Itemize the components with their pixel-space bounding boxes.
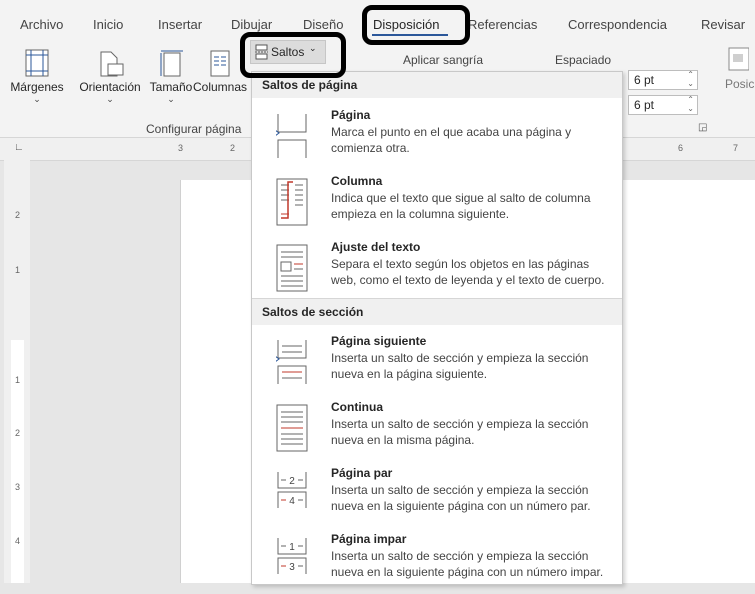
icon-label: 4 [289,496,295,507]
item-title: Ajuste del texto [331,240,421,254]
spacing-after-field[interactable]: 6 pt ⌃ ⌄ [628,95,698,115]
page-breaks-header: Saltos de página [252,72,622,98]
spacing-label: Espaciado [555,53,612,67]
spacing-after-value: 6 pt [634,98,655,112]
menu-item-columna[interactable]: Columna Indica que el texto que sigue al… [252,174,622,236]
spin-arrows-icon[interactable]: ⌃ ⌄ [687,95,694,113]
chevron-down-icon: ⌄ [167,94,175,104]
page-break-icon [276,114,307,158]
ruler-tick: 3 [178,143,184,153]
margins-button[interactable]: Márgenes ⌄ [5,48,69,104]
item-title: Página siguiente [331,334,427,348]
item-description: Inserta un salto de sección y empieza la… [331,351,589,381]
chevron-down-icon: ⌄ [309,43,317,53]
ribbon-tabs: Archivo Inicio Insertar Dibujar Diseño D… [0,0,755,37]
menu-item-pagina-impar[interactable]: 13 Página impar Inserta un salto de secc… [252,532,622,594]
item-title: Página [331,108,371,122]
margins-icon [25,49,49,77]
chevron-down-icon: ⌄ [106,94,114,104]
tab-referencias[interactable]: Referencias [468,17,537,32]
spacing-before-value: 6 pt [634,73,655,87]
item-description: Marca el punto en el que acaba una págin… [331,125,572,155]
tab-selector-icon[interactable]: ∟ [14,142,24,153]
menu-item-ajuste-texto[interactable]: Ajuste del texto Separa el texto según l… [252,240,622,302]
breaks-icon [255,44,268,60]
orientation-label: Orientación [79,80,141,94]
ruler-tick: 2 [15,428,21,438]
tab-archivo[interactable]: Archivo [20,17,63,32]
menu-item-pagina-siguiente[interactable]: Página siguiente Inserta un salto de sec… [252,334,622,396]
saltos-button[interactable]: Saltos ⌄ [250,40,326,64]
ruler-tick: 3 [15,482,21,492]
even-page-section-break-icon: 24 [277,472,307,508]
margins-label: Márgenes [10,80,64,94]
icon-label: 2 [289,476,295,487]
ruler-tick: 2 [15,210,21,220]
column-break-icon [276,178,308,226]
item-title: Columna [331,174,383,188]
page-setup-group-label: Configurar página [146,122,242,136]
menu-item-continua[interactable]: Continua Inserta un salto de sección y e… [252,400,622,462]
breaks-dropdown-menu: Saltos de página Página Marca el punto e… [251,71,623,585]
chevron-down-icon: ⌄ [33,94,41,104]
continuous-section-break-icon [276,404,308,452]
position-icon [728,47,750,71]
tab-disposicion[interactable]: Disposición [373,17,439,32]
ruler-tick: 4 [15,536,21,546]
size-label: Tamaño [149,80,193,94]
ruler-tick: 6 [678,143,684,153]
tab-inicio[interactable]: Inicio [93,17,123,32]
section-breaks-header: Saltos de sección [252,299,622,325]
tab-diseno[interactable]: Diseño [303,17,343,32]
indent-label: Aplicar sangría [403,53,484,67]
item-description: Inserta un salto de sección y empieza la… [331,417,589,447]
tab-insertar[interactable]: Insertar [158,17,202,32]
item-description: Inserta un salto de sección y empieza la… [331,549,604,579]
position-label: Posici [725,77,755,91]
dialog-launcher-icon[interactable]: ◲ [698,122,707,133]
columns-icon [210,50,230,77]
ruler-tick: 1 [15,375,21,385]
size-button[interactable]: Tamaño ⌄ [145,48,197,104]
next-page-section-break-icon [276,340,307,384]
size-icon [160,50,183,77]
spin-arrows-icon[interactable]: ⌃ ⌄ [687,70,694,88]
odd-page-section-break-icon: 13 [277,538,307,574]
menu-item-pagina-par[interactable]: 24 Página par Inserta un salto de secció… [252,466,622,528]
item-title: Continua [331,400,383,414]
item-description: Inserta un salto de sección y empieza la… [331,483,591,513]
vertical-ruler: 2 1 1 2 3 4 [4,160,30,583]
spacing-before-field[interactable]: 6 pt ⌃ ⌄ [628,70,698,90]
text-wrapping-break-icon [276,244,308,292]
icon-label: 1 [289,542,295,553]
saltos-label: Saltos [271,45,305,59]
tab-dibujar[interactable]: Dibujar [231,17,272,32]
position-button[interactable]: Posici [725,46,755,91]
ruler-tick: 7 [733,143,739,153]
orientation-button[interactable]: Orientación ⌄ [75,48,145,104]
tab-correspondencia[interactable]: Correspondencia [568,17,667,32]
columns-button[interactable]: Columnas [193,48,247,94]
ruler-tick: 1 [15,265,21,275]
menu-item-pagina[interactable]: Página Marca el punto en el que acaba un… [252,108,622,168]
tab-revisar[interactable]: Revisar [701,17,745,32]
ruler-tick: 2 [230,143,236,153]
item-description: Separa el texto según los objetos en las… [331,257,605,287]
icon-label: 3 [289,562,295,573]
columns-label: Columnas [193,80,248,94]
item-description: Indica que el texto que sigue al salto d… [331,191,591,221]
orientation-icon [100,51,124,77]
item-title: Página impar [331,532,407,546]
item-title: Página par [331,466,393,480]
